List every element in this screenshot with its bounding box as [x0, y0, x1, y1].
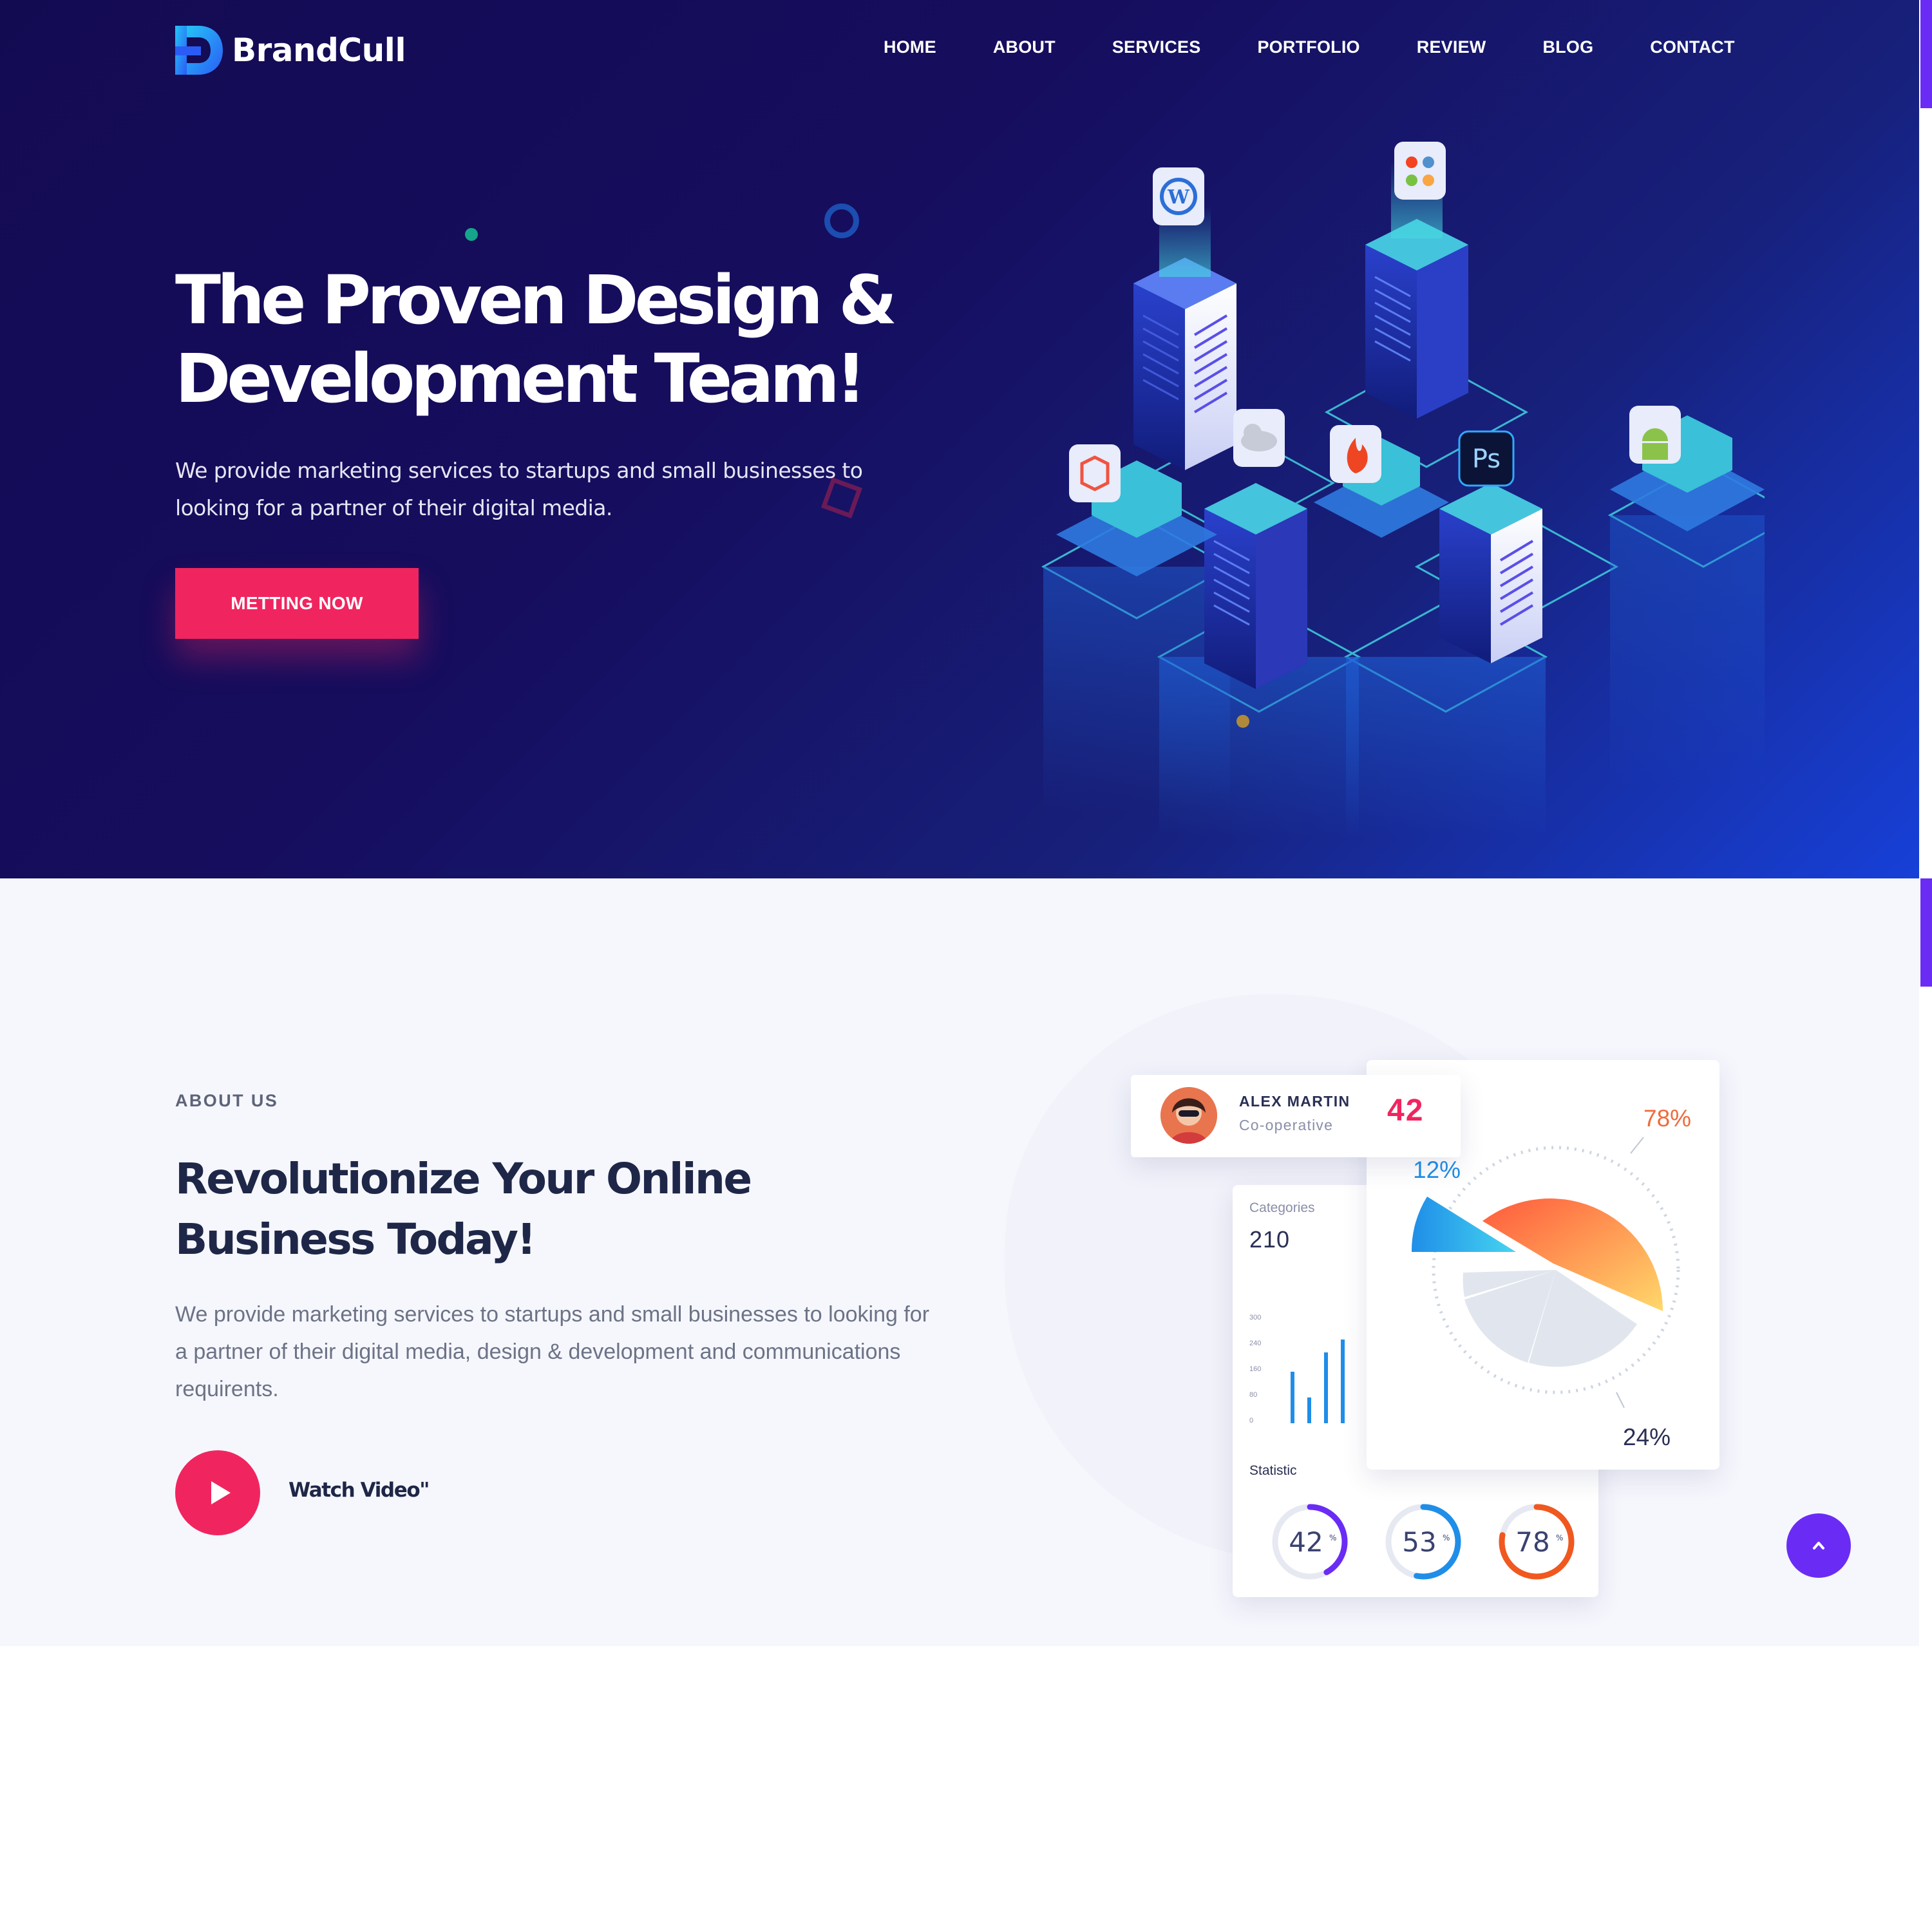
about-title-line-2: Business Today! — [175, 1215, 536, 1264]
bar-tick: 0 — [1249, 1417, 1254, 1425]
scroll-to-top-button[interactable] — [1786, 1513, 1851, 1578]
categories-label: Categories — [1249, 1200, 1315, 1215]
play-icon — [211, 1481, 231, 1504]
nav-portfolio[interactable]: PORTFOLIO — [1257, 37, 1359, 57]
nav-contact[interactable]: CONTACT — [1650, 37, 1734, 57]
scroll-indicator — [1920, 0, 1932, 108]
brand-logo[interactable]: BrandCull — [175, 26, 406, 75]
hero-title: The Proven Design & Development Team! — [175, 261, 948, 418]
hero-subtitle-line-2: looking for a partner of their digital m… — [175, 495, 612, 520]
isometric-servers-illustration: W Ps — [1041, 142, 1765, 837]
about-section: ABOUT US Revolutionize Your Online Busin… — [0, 878, 1919, 1646]
chevron-up-icon — [1813, 1542, 1824, 1549]
bar-tick: 300 — [1249, 1314, 1262, 1321]
android-icon — [1629, 406, 1681, 464]
progress-ring-value: 42 — [1289, 1526, 1323, 1558]
statistic-label: Statistic — [1249, 1463, 1297, 1478]
server-tower-3 — [1204, 483, 1307, 689]
photoshop-icon: Ps — [1458, 430, 1515, 487]
decorative-dot — [1236, 715, 1249, 728]
wordpress-icon: W — [1153, 167, 1204, 225]
hero-subtitle-line-1: We provide marketing services to startup… — [175, 458, 863, 483]
play-video-button[interactable] — [175, 1450, 260, 1535]
logo-icon — [175, 26, 223, 75]
progress-ring-suffix: % — [1556, 1533, 1563, 1542]
main-nav: HOME ABOUT SERVICES PORTFOLIO REVIEW BLO… — [884, 37, 1735, 57]
bar — [1341, 1340, 1345, 1423]
nav-services[interactable]: SERVICES — [1112, 37, 1201, 57]
bar-tick: 160 — [1249, 1365, 1262, 1373]
nav-review[interactable]: REVIEW — [1417, 37, 1486, 57]
hero-title-line-2: Development Team! — [175, 339, 866, 418]
user-score: 42 — [1387, 1094, 1425, 1128]
nav-about[interactable]: ABOUT — [993, 37, 1056, 57]
categories-value: 210 — [1249, 1226, 1291, 1253]
hero-section: BrandCull HOME ABOUT SERVICES PORTFOLIO … — [0, 0, 1919, 878]
avatar — [1160, 1087, 1217, 1144]
server-tower-1 — [1133, 206, 1236, 470]
bar-tick: 240 — [1249, 1340, 1262, 1347]
progress-ring-value: 78 — [1515, 1526, 1549, 1558]
progress-ring: 42% — [1272, 1504, 1348, 1580]
user-card: ALEX MARTIN Co-operative 42 — [1131, 1075, 1461, 1157]
hero-title-line-1: The Proven Design & — [175, 261, 897, 339]
svg-text:W: W — [1167, 186, 1190, 209]
codeigniter-icon — [1330, 425, 1381, 483]
photoshop-label: Ps — [1472, 444, 1501, 474]
about-text: We provide marketing services to startup… — [175, 1296, 961, 1408]
bar — [1307, 1397, 1311, 1423]
user-role: Co-operative — [1239, 1117, 1334, 1133]
meeting-now-button[interactable]: METTING NOW — [175, 568, 419, 639]
laravel-icon — [1069, 444, 1121, 502]
pie-label-12: 12% — [1413, 1157, 1461, 1183]
progress-ring-suffix: % — [1443, 1533, 1450, 1542]
decorative-dot — [465, 228, 478, 241]
about-title-line-1: Revolutionize Your Online — [175, 1154, 752, 1204]
about-text-line-2: a partner of their digital media, design… — [175, 1340, 901, 1364]
scroll-indicator — [1920, 878, 1932, 987]
server-tower-4 — [1439, 483, 1542, 663]
about-text-line-3: requirents. — [175, 1377, 279, 1401]
bar — [1324, 1352, 1328, 1423]
about-title: Revolutionize Your Online Business Today… — [175, 1149, 884, 1270]
bar-tick: 80 — [1249, 1391, 1258, 1399]
pie-label-24: 24% — [1623, 1424, 1671, 1450]
user-name: ALEX MARTIN — [1239, 1093, 1350, 1110]
watch-video-link[interactable]: Watch Video" — [289, 1479, 430, 1502]
nav-home[interactable]: HOME — [884, 37, 936, 57]
bar — [1291, 1372, 1294, 1423]
about-text-line-1: We provide marketing services to startup… — [175, 1302, 930, 1327]
progress-ring-suffix: % — [1329, 1533, 1336, 1542]
progress-ring: 78% — [1499, 1504, 1575, 1580]
progress-ring: 53% — [1385, 1504, 1461, 1580]
joomla-icon — [1394, 142, 1446, 200]
hero-subtitle: We provide marketing services to startup… — [175, 452, 884, 527]
nav-blog[interactable]: BLOG — [1542, 37, 1593, 57]
about-eyebrow: ABOUT US — [175, 1091, 279, 1110]
decorative-ring — [824, 204, 859, 238]
progress-ring-value: 53 — [1402, 1526, 1436, 1558]
brand-name: BrandCull — [232, 32, 406, 69]
cloud-icon — [1233, 409, 1285, 467]
pie-label-78: 78% — [1643, 1105, 1692, 1132]
